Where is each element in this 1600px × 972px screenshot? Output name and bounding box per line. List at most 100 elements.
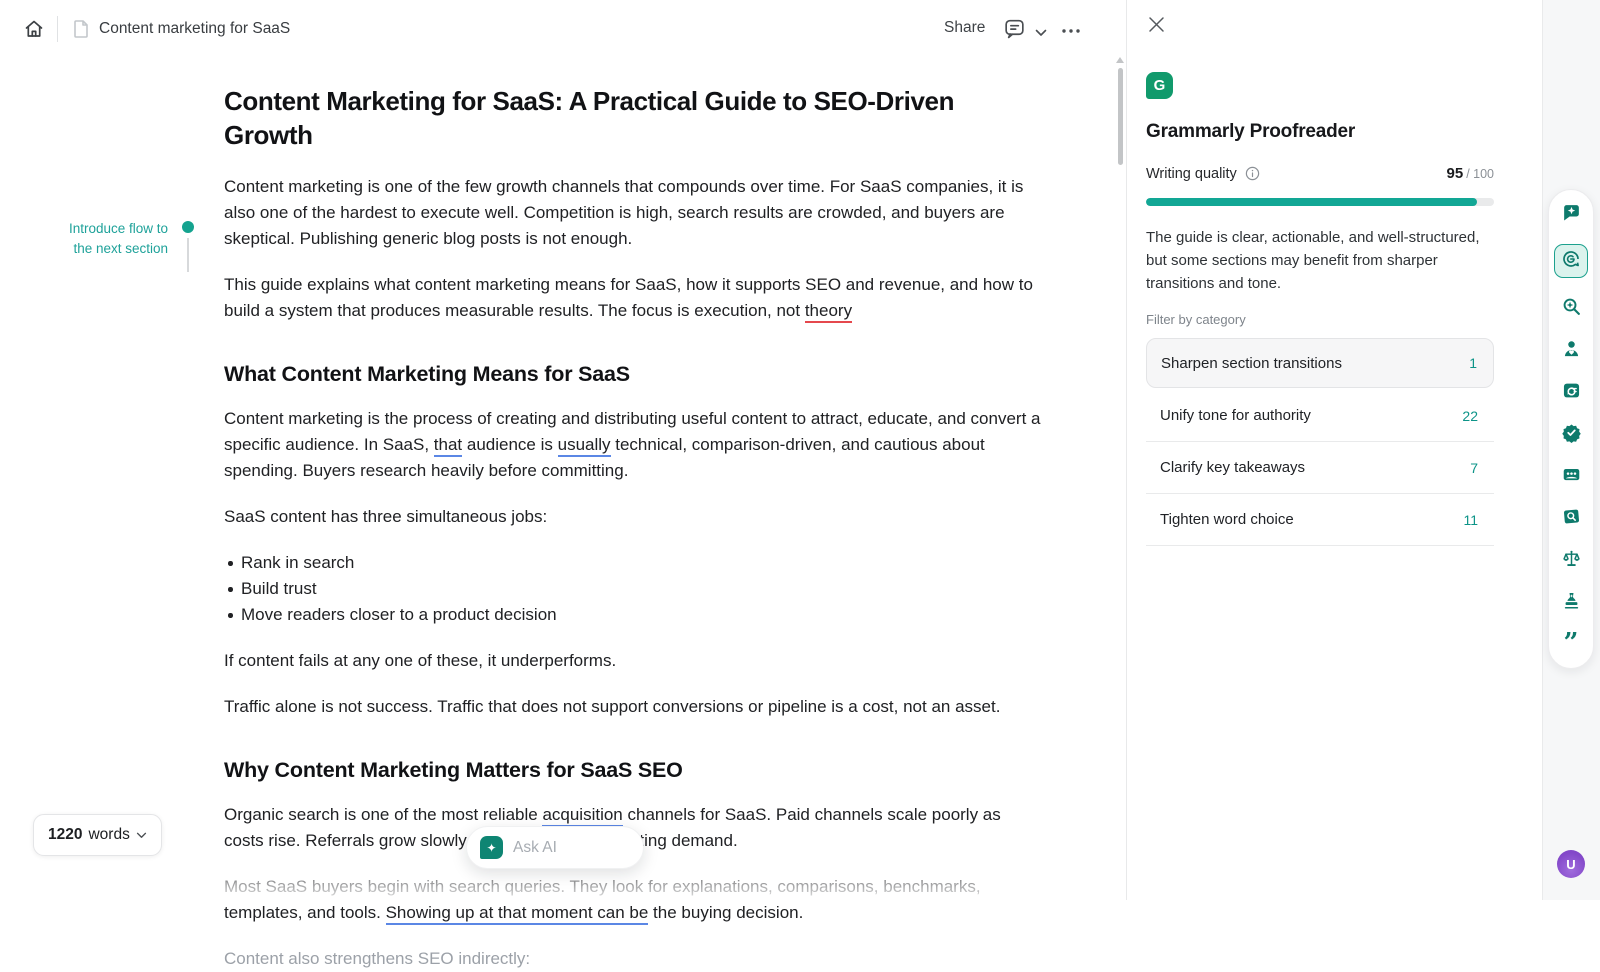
suggestion-underline-blue[interactable]: that bbox=[434, 435, 462, 457]
category-card-selected[interactable]: Sharpen section transitions 1 bbox=[1146, 338, 1494, 388]
paragraph: SaaS content has three simultaneous jobs… bbox=[224, 504, 1042, 530]
category-count: 11 bbox=[1463, 512, 1478, 528]
quality-score: 95 bbox=[1447, 165, 1464, 182]
audience-button[interactable] bbox=[1559, 464, 1583, 488]
category-row[interactable]: Clarify key takeaways 7 bbox=[1146, 442, 1494, 494]
quotes-icon: ” bbox=[1564, 636, 1579, 652]
suggestion-underline-blue[interactable]: acquisition bbox=[542, 805, 622, 827]
scales-icon bbox=[1561, 548, 1582, 574]
writing-quality-label: Writing quality bbox=[1146, 166, 1237, 182]
paragraph: If content fails at any one of these, it… bbox=[224, 648, 1042, 674]
suggestion-underline-red[interactable]: theory bbox=[805, 301, 852, 323]
chevron-down-icon bbox=[136, 826, 147, 844]
info-icon[interactable] bbox=[1245, 166, 1260, 181]
quality-summary: The guide is clear, actionable, and well… bbox=[1146, 226, 1502, 295]
grammarly-assistant-button-active[interactable] bbox=[1554, 244, 1588, 278]
category-list: Unify tone for authority 22 Clarify key … bbox=[1146, 390, 1494, 546]
list-item: Move readers closer to a product decisio… bbox=[224, 602, 1042, 628]
doc-heading-2: What Content Marketing Means for SaaS bbox=[224, 360, 1042, 388]
user-avatar[interactable]: U bbox=[1557, 850, 1585, 878]
more-options-button[interactable] bbox=[1059, 24, 1083, 39]
paraphrase-rotate-icon bbox=[1561, 380, 1582, 406]
writing-quality-row: Writing quality 95 / 100 bbox=[1146, 165, 1494, 182]
close-icon bbox=[1147, 15, 1166, 37]
quality-score-max: / 100 bbox=[1466, 167, 1494, 181]
grammarly-sidebar: G Grammarly Proofreader Writing quality … bbox=[1126, 0, 1542, 900]
word-count-label: words bbox=[88, 826, 129, 844]
assistant-icon-rail: ” bbox=[1548, 189, 1594, 669]
paragraph-faded: Content also strengthens SEO indirectly: bbox=[224, 946, 1042, 972]
category-row[interactable]: Tighten word choice 11 bbox=[1146, 494, 1494, 546]
paraphrase-button[interactable] bbox=[1559, 380, 1583, 404]
badge-check-icon bbox=[1561, 422, 1582, 448]
category-label: Sharpen section transitions bbox=[1161, 355, 1342, 372]
scrollbar-up-arrow[interactable] bbox=[1116, 57, 1124, 63]
paragraph: This guide explains what content marketi… bbox=[224, 272, 1042, 324]
category-label: Tighten word choice bbox=[1160, 511, 1294, 528]
comment-sparkle-icon bbox=[1561, 202, 1582, 228]
page-icon bbox=[70, 18, 92, 45]
quality-progress-track bbox=[1146, 198, 1494, 206]
search-sparkle-icon bbox=[1561, 296, 1582, 322]
bullet-list: Rank in search Build trust Move readers … bbox=[224, 550, 1042, 628]
search-suggestions-button[interactable] bbox=[1559, 296, 1583, 320]
comment-sparkle-button[interactable] bbox=[1559, 202, 1583, 226]
close-sidebar-button[interactable] bbox=[1144, 14, 1168, 38]
breadcrumb-doc-title: Content marketing for SaaS bbox=[99, 20, 290, 38]
chevron-down-icon bbox=[1035, 25, 1047, 40]
doc-heading-1: Content Marketing for SaaS: A Practical … bbox=[224, 84, 1042, 152]
stamp-icon bbox=[1561, 590, 1582, 616]
paragraph-text: Organic search is one of the most reliab… bbox=[224, 805, 542, 824]
paragraph: Content marketing is one of the few grow… bbox=[224, 174, 1042, 252]
share-button[interactable]: Share bbox=[944, 19, 985, 37]
ask-ai-label: Ask AI bbox=[513, 839, 557, 857]
category-label: Clarify key takeaways bbox=[1160, 459, 1305, 476]
paragraph-text: This guide explains what content marketi… bbox=[224, 275, 1033, 320]
suggestion-underline-blue[interactable]: Showing up at that moment can be bbox=[386, 903, 649, 925]
comment-icon bbox=[1002, 16, 1027, 44]
comments-dropdown-button[interactable] bbox=[1035, 25, 1047, 40]
word-count-button[interactable]: 1220 words bbox=[33, 814, 162, 856]
sidebar-title: Grammarly Proofreader bbox=[1146, 121, 1355, 143]
grammarly-g-icon bbox=[1560, 248, 1582, 275]
citations-button[interactable]: ” bbox=[1559, 632, 1583, 656]
comments-button[interactable] bbox=[1002, 16, 1027, 44]
list-item: Build trust bbox=[224, 576, 1042, 602]
doc-heading-2: Why Content Marketing Matters for SaaS S… bbox=[224, 756, 1042, 784]
margin-comment[interactable]: Introduce flow to the next section bbox=[52, 219, 168, 258]
quality-progress-fill bbox=[1146, 198, 1477, 206]
category-label: Unify tone for authority bbox=[1160, 407, 1311, 424]
paragraph: Content marketing is the process of crea… bbox=[224, 406, 1042, 484]
personalize-button[interactable] bbox=[1559, 338, 1583, 362]
category-count: 7 bbox=[1470, 460, 1478, 476]
comment-anchor-line bbox=[187, 238, 189, 272]
home-button[interactable] bbox=[22, 17, 46, 46]
home-icon bbox=[22, 17, 46, 46]
category-count: 1 bbox=[1469, 355, 1477, 371]
paragraph: Most SaaS buyers begin with search queri… bbox=[224, 874, 1042, 926]
filter-by-category-label: Filter by category bbox=[1146, 312, 1246, 327]
suggestion-underline-blue[interactable]: usually bbox=[558, 435, 611, 457]
doc-magnifier-icon bbox=[1561, 506, 1582, 532]
topbar-divider bbox=[57, 16, 58, 42]
stamp-button[interactable] bbox=[1559, 590, 1583, 614]
document-pane: Content marketing for SaaS Share Introdu… bbox=[0, 0, 1126, 900]
category-count: 22 bbox=[1462, 408, 1478, 424]
audience-icon bbox=[1561, 464, 1582, 490]
ask-ai-button[interactable]: ✦ Ask AI bbox=[466, 826, 644, 869]
plagiarism-button[interactable] bbox=[1559, 506, 1583, 530]
ask-ai-sparkle-icon: ✦ bbox=[480, 836, 503, 859]
quality-badge-button[interactable] bbox=[1559, 422, 1583, 446]
person-heart-icon bbox=[1561, 338, 1582, 364]
paragraph-text: the buying decision. bbox=[648, 903, 803, 922]
comment-anchor-dot[interactable] bbox=[182, 221, 194, 233]
word-count-value: 1220 bbox=[48, 826, 82, 844]
scrollbar-thumb[interactable] bbox=[1118, 68, 1123, 165]
grammarly-logo: G bbox=[1146, 72, 1173, 99]
category-row[interactable]: Unify tone for authority 22 bbox=[1146, 390, 1494, 442]
more-ellipsis-icon bbox=[1059, 24, 1083, 39]
list-item: Rank in search bbox=[224, 550, 1042, 576]
paragraph-text: audience is bbox=[462, 435, 557, 454]
paragraph: Traffic alone is not success. Traffic th… bbox=[224, 694, 1042, 720]
balance-button[interactable] bbox=[1559, 548, 1583, 572]
